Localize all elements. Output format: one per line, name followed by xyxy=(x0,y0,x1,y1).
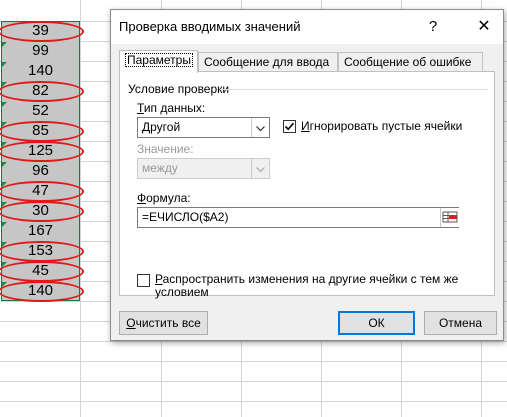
dialog-title: Проверка вводимых значений xyxy=(119,19,301,34)
error-indicator-icon xyxy=(2,222,7,227)
operator-value: между xyxy=(142,161,178,175)
invalid-data-circle xyxy=(0,261,84,282)
cell-value[interactable]: 140 xyxy=(2,61,79,81)
invalid-data-circle xyxy=(0,21,84,42)
error-indicator-icon xyxy=(2,102,7,107)
settings-panel: Условие проверки Тип данных: Другой Игно… xyxy=(119,71,495,299)
invalid-data-circle xyxy=(0,121,84,142)
row-gridline xyxy=(0,381,507,382)
invalid-data-circle xyxy=(0,181,84,202)
error-indicator-icon xyxy=(2,42,7,47)
tab-input-message-label: Сообщение для ввода xyxy=(204,55,330,69)
cell-value[interactable]: 52 xyxy=(2,101,79,121)
data-type-select[interactable]: Другой xyxy=(137,117,270,138)
chevron-down-icon[interactable] xyxy=(251,118,269,137)
cancel-button[interactable]: Отмена xyxy=(424,311,497,335)
ignore-blank-label[interactable]: Игнорировать пустые ячейки xyxy=(301,119,462,133)
group-divider xyxy=(220,89,488,90)
operator-label: Значение: xyxy=(137,142,194,156)
help-button[interactable]: ? xyxy=(423,17,443,37)
row-gridline xyxy=(0,341,507,342)
dialog-titlebar[interactable]: Проверка вводимых значений ? ✕ xyxy=(111,10,503,44)
data-validation-dialog: Проверка вводимых значений ? ✕ Параметры… xyxy=(110,9,504,341)
ignore-blank-checkbox[interactable] xyxy=(283,120,296,133)
tab-settings[interactable]: Параметры xyxy=(119,50,198,73)
data-type-label: Тип данных: xyxy=(137,101,206,115)
invalid-data-circle xyxy=(0,141,84,162)
invalid-data-circle xyxy=(0,81,84,102)
row-gridline xyxy=(0,401,507,402)
close-icon[interactable]: ✕ xyxy=(474,17,494,37)
cell-value[interactable]: 99 xyxy=(2,41,79,61)
range-select-icon[interactable] xyxy=(440,208,459,227)
error-indicator-icon xyxy=(2,162,7,167)
row-gridline xyxy=(0,361,507,362)
clear-all-button[interactable]: Очистить все xyxy=(119,311,208,335)
data-type-value: Другой xyxy=(142,120,181,134)
invalid-data-circle xyxy=(0,201,84,222)
apply-all-label[interactable]: Распространить изменения на другие ячейк… xyxy=(155,273,458,299)
error-indicator-icon xyxy=(2,62,7,67)
formula-value: =ЕЧИСЛО($A2) xyxy=(142,210,229,224)
tab-error-alert[interactable]: Сообщение об ошибке xyxy=(338,52,483,71)
tab-error-alert-label: Сообщение об ошибке xyxy=(344,55,472,69)
dialog-tabs: Параметры Сообщение для ввода Сообщение … xyxy=(119,50,497,73)
cell-value[interactable]: 167 xyxy=(2,221,79,241)
formula-input[interactable]: =ЕЧИСЛО($A2) xyxy=(137,207,459,228)
cell-value[interactable]: 96 xyxy=(2,161,79,181)
tab-settings-label: Параметры xyxy=(125,53,193,67)
chevron-down-icon xyxy=(251,159,269,178)
invalid-data-circle xyxy=(0,241,84,262)
operator-select: между xyxy=(137,158,270,179)
invalid-data-circle xyxy=(0,281,84,302)
ok-button[interactable]: ОК xyxy=(338,311,415,335)
apply-all-checkbox[interactable] xyxy=(137,274,150,287)
formula-label: Формула: xyxy=(137,191,191,205)
checkmark-icon xyxy=(284,122,295,131)
group-title: Условие проверки xyxy=(128,82,230,96)
tab-input-message[interactable]: Сообщение для ввода xyxy=(198,52,338,71)
